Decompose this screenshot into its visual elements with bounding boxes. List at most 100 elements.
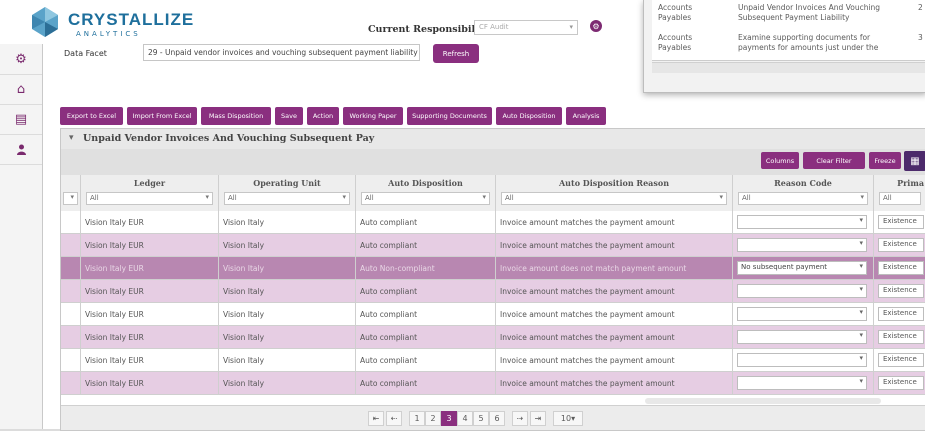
select-column-header[interactable]: ▾: [61, 175, 81, 211]
columns-button[interactable]: Columns: [761, 152, 799, 169]
row-select-cell[interactable]: [61, 372, 81, 394]
reason-code-select[interactable]: No subsequent payment ▾: [737, 261, 867, 275]
mass-disposition-button[interactable]: Mass Disposition: [201, 107, 271, 125]
primary-assertion-select[interactable]: Existence: [878, 330, 924, 344]
table-body: Vision Italy EUR Vision Italy Auto compl…: [61, 211, 925, 401]
page-size-select[interactable]: 10 ▾: [553, 411, 583, 426]
save-button[interactable]: Save: [275, 107, 303, 125]
table-row[interactable]: Vision Italy EUR Vision Italy Auto compl…: [61, 349, 925, 372]
first-page-button[interactable]: ⇤: [368, 411, 384, 426]
prev-page-button[interactable]: ⇠: [386, 411, 402, 426]
page-6-button[interactable]: 6: [489, 411, 505, 426]
page-3-button[interactable]: 3: [441, 411, 457, 426]
reason-code-select[interactable]: ▾: [737, 284, 867, 298]
page-2-button[interactable]: 2: [425, 411, 441, 426]
home-icon[interactable]: ⌂: [0, 74, 42, 105]
reason-code-filter[interactable]: All ▾: [738, 192, 868, 205]
grid-layout-icon[interactable]: ▦: [904, 151, 925, 171]
refresh-button[interactable]: Refresh: [433, 44, 479, 63]
clear-filter-button[interactable]: Clear Filter: [803, 152, 865, 169]
next-page-button[interactable]: ⇢: [512, 411, 528, 426]
settings-gear-icon[interactable]: ⚙: [590, 20, 602, 32]
popup-row[interactable]: Accounts Payables Examine supporting doc…: [652, 30, 925, 61]
reason-code-select[interactable]: ▾: [737, 238, 867, 252]
responsibility-select[interactable]: CF Audit ▾: [474, 20, 578, 35]
column-header-primary[interactable]: Prima All: [874, 175, 925, 211]
table-row[interactable]: Vision Italy EUR Vision Italy Auto compl…: [61, 303, 925, 326]
import-from-excel-button[interactable]: Import From Excel: [127, 107, 197, 125]
reason-cell: Invoice amount does not match payment am…: [496, 257, 733, 279]
row-select-cell[interactable]: [61, 234, 81, 256]
freeze-button[interactable]: Freeze: [869, 152, 901, 169]
primary-assertion-select[interactable]: Existence: [878, 376, 924, 390]
row-select-cell[interactable]: [61, 349, 81, 371]
reason-cell: Invoice amount matches the payment amoun…: [496, 326, 733, 348]
ledger-filter[interactable]: All ▾: [86, 192, 213, 205]
user-icon[interactable]: [0, 134, 42, 165]
horizontal-scrollbar[interactable]: [645, 398, 881, 404]
row-select-cell[interactable]: [61, 211, 81, 233]
table-row[interactable]: Vision Italy EUR Vision Italy Auto compl…: [61, 280, 925, 303]
gear-icon[interactable]: ⚙: [0, 44, 42, 75]
select-filter[interactable]: ▾: [63, 192, 78, 205]
page-4-button[interactable]: 4: [457, 411, 473, 426]
table-row[interactable]: Vision Italy EUR Vision Italy Auto compl…: [61, 326, 925, 349]
column-header-auto-disposition-reason[interactable]: Auto Disposition Reason All ▾: [496, 175, 733, 211]
document-icon[interactable]: ▤: [0, 104, 42, 135]
page-1-button[interactable]: 1: [409, 411, 425, 426]
reason-code-select[interactable]: ▾: [737, 330, 867, 344]
export-to-excel-button[interactable]: Export to Excel: [60, 107, 123, 125]
primary-assertion-select[interactable]: Existence: [878, 307, 924, 321]
page-5-button[interactable]: 5: [473, 411, 489, 426]
table-row[interactable]: Vision Italy EUR Vision Italy Auto compl…: [61, 234, 925, 257]
collapse-chevron-icon[interactable]: ▾: [69, 133, 74, 143]
auto-disposition-filter[interactable]: All ▾: [361, 192, 490, 205]
panel-title: Unpaid Vendor Invoices And Vouching Subs…: [83, 133, 375, 144]
primary-assertion-select[interactable]: Existence: [878, 284, 924, 298]
primary-assertion-select[interactable]: Existence: [878, 353, 924, 367]
chevron-down-icon: ▾: [719, 193, 723, 201]
table-row[interactable]: Vision Italy EUR Vision Italy Auto compl…: [61, 372, 925, 395]
column-header-ledger[interactable]: Ledger All ▾: [81, 175, 219, 211]
table-header: ▾ Ledger All ▾ Operating Unit All ▾ Auto D…: [61, 175, 925, 212]
pagination-bar: ⇤ ⇠ 1 2 3 4 5 6 ⇢ ⇥ 10 ▾: [61, 405, 925, 430]
primary-assertion-select[interactable]: Existence: [878, 261, 924, 275]
reason-code-select[interactable]: ▾: [737, 376, 867, 390]
popup-scrollbar[interactable]: [652, 62, 925, 73]
row-select-cell[interactable]: [61, 257, 81, 279]
auto-disposition-button[interactable]: Auto Disposition: [496, 107, 562, 125]
filter-value: All: [505, 194, 514, 202]
reason-code-select[interactable]: ▾: [737, 353, 867, 367]
table-row-selected[interactable]: Vision Italy EUR Vision Italy Auto Non-c…: [61, 257, 925, 280]
column-header-auto-disposition[interactable]: Auto Disposition All ▾: [356, 175, 496, 211]
working-paper-button[interactable]: Working Paper: [343, 107, 403, 125]
reason-code-select[interactable]: ▾: [737, 307, 867, 321]
row-select-cell[interactable]: [61, 280, 81, 302]
operating-unit-filter[interactable]: All ▾: [224, 192, 350, 205]
row-select-cell[interactable]: [61, 326, 81, 348]
reason-code-select[interactable]: ▾: [737, 215, 867, 229]
ledger-cell: Vision Italy EUR: [81, 349, 219, 371]
primary-assertion-select[interactable]: Existence: [878, 215, 924, 229]
analysis-button[interactable]: Analysis: [566, 107, 606, 125]
primary-assertion-select[interactable]: Existence: [878, 238, 924, 252]
chevron-down-icon: ▾: [205, 193, 209, 201]
popup-description: Examine supporting documents for payment…: [738, 33, 879, 52]
reason-filter[interactable]: All ▾: [501, 192, 727, 205]
column-header-operating-unit[interactable]: Operating Unit All ▾: [219, 175, 356, 211]
chevron-down-icon: ▾: [482, 193, 486, 201]
filter-value: All: [90, 194, 99, 202]
supporting-documents-button[interactable]: Supporting Documents: [407, 107, 492, 125]
action-button[interactable]: Action: [307, 107, 339, 125]
panel-header[interactable]: ▾ Unpaid Vendor Invoices And Vouching Su…: [61, 129, 925, 150]
popup-row[interactable]: Accounts Payables Unpaid Vendor Invoices…: [652, 0, 925, 31]
row-select-cell[interactable]: [61, 303, 81, 325]
brand-logo[interactable]: CRYSTALLIZE ANALYTICS: [30, 6, 193, 40]
chevron-down-icon: ▾: [859, 331, 863, 339]
last-page-button[interactable]: ⇥: [530, 411, 546, 426]
column-header-reason-code[interactable]: Reason Code All ▾: [733, 175, 874, 211]
table-row[interactable]: Vision Italy EUR Vision Italy Auto compl…: [61, 211, 925, 234]
popup-area: Accounts Payables: [658, 33, 693, 52]
primary-filter[interactable]: All: [879, 192, 921, 205]
data-facet-select[interactable]: 29 - Unpaid vendor invoices and vouching…: [143, 44, 420, 61]
